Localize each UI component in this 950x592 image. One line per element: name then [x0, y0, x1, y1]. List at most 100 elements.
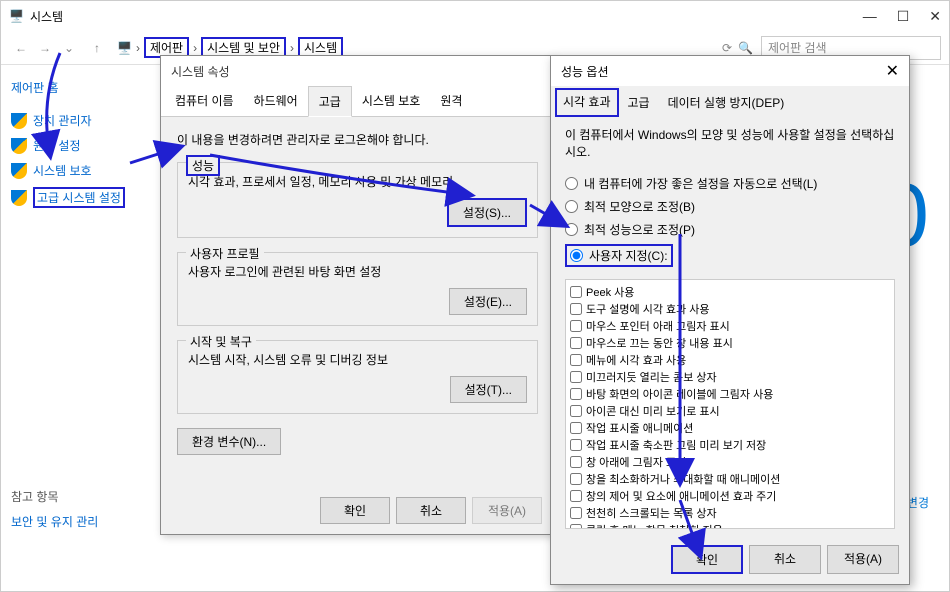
check-row[interactable]: 미끄러지듯 열리는 콤보 상자: [570, 369, 890, 385]
check-row[interactable]: 클릭 후 메뉴 항목 천천히 지움: [570, 522, 890, 529]
radio-custom[interactable]: 사용자 지정(C):: [565, 244, 673, 267]
search-icon: 🔍: [738, 41, 753, 55]
refresh-icon[interactable]: ⟳: [722, 41, 732, 55]
effects-checklist[interactable]: Peek 사용도구 설명에 시각 효과 사용마우스 포인터 아래 그림자 표시마…: [565, 279, 895, 529]
dialog2-body: 이 컴퓨터에서 Windows의 모양 및 성능에 사용할 설정을 선택하십시오…: [551, 117, 909, 539]
check-row[interactable]: 바탕 화면의 아이콘 레이블에 그림자 사용: [570, 386, 890, 402]
admin-note: 이 내용을 변경하려면 관리자로 로그온해야 합니다.: [177, 131, 538, 148]
check-row[interactable]: 창을 최소화하거나 최대화할 때 애니메이션: [570, 471, 890, 487]
tab-visual-effects[interactable]: 시각 효과: [555, 88, 619, 117]
performance-options-dialog: 성능 옵션 ✕ 시각 효과 고급 데이터 실행 방지(DEP) 이 컴퓨터에서 …: [550, 55, 910, 585]
check-label: 메뉴에 시각 효과 사용: [586, 352, 686, 368]
sidebar-item-label: 시스템 보호: [33, 162, 92, 179]
see-also-item[interactable]: 보안 및 유지 관리: [11, 513, 141, 530]
radio-label: 내 컴퓨터에 가장 좋은 설정을 자동으로 선택(L): [584, 175, 817, 192]
checkbox[interactable]: [570, 422, 582, 434]
radio-performance[interactable]: 최적 성능으로 조정(P): [565, 221, 895, 238]
nav-forward[interactable]: →: [33, 36, 57, 60]
titlebar: 🖥️ 시스템 — ☐ ✕: [1, 1, 949, 31]
check-label: 작업 표시줄 애니메이션: [586, 420, 693, 436]
settings-button-performance[interactable]: 설정(S)...: [447, 198, 527, 227]
checkbox[interactable]: [570, 507, 582, 519]
check-row[interactable]: 마우스 포인터 아래 그림자 표시: [570, 318, 890, 334]
tab-protection[interactable]: 시스템 보호: [352, 86, 431, 116]
sidebar-item-label: 원격 설정: [33, 137, 81, 154]
tab-advanced[interactable]: 고급: [308, 86, 352, 117]
group-desc: 시각 효과, 프로세서 일정, 메모리 사용 및 가상 메모리: [188, 173, 527, 190]
ok-button[interactable]: 확인: [320, 497, 390, 524]
radio-appearance[interactable]: 최적 모양으로 조정(B): [565, 198, 895, 215]
checkbox[interactable]: [570, 320, 582, 332]
checkbox[interactable]: [570, 405, 582, 417]
check-label: 작업 표시줄 축소판 그림 미리 보기 저장: [586, 437, 766, 453]
apply-button[interactable]: 적용(A): [827, 545, 899, 574]
nav-history[interactable]: ⌄: [57, 36, 81, 60]
checkbox[interactable]: [570, 371, 582, 383]
radio-input[interactable]: [565, 177, 578, 190]
check-label: 천천히 스크롤되는 목록 상자: [586, 505, 717, 521]
check-row[interactable]: 아이콘 대신 미리 보기로 표시: [570, 403, 890, 419]
checkbox[interactable]: [570, 490, 582, 502]
tab-advanced2[interactable]: 고급: [619, 88, 659, 117]
cancel-button[interactable]: 취소: [749, 545, 821, 574]
check-row[interactable]: 작업 표시줄 축소판 그림 미리 보기 저장: [570, 437, 890, 453]
check-row[interactable]: 메뉴에 시각 효과 사용: [570, 352, 890, 368]
change-link[interactable]: 변경: [907, 494, 929, 511]
checkbox[interactable]: [570, 473, 582, 485]
check-row[interactable]: Peek 사용: [570, 284, 890, 300]
check-row[interactable]: 작업 표시줄 애니메이션: [570, 420, 890, 436]
perf-note: 이 컴퓨터에서 Windows의 모양 및 성능에 사용할 설정을 선택하십시오…: [565, 127, 895, 161]
sidebar-item-advanced[interactable]: 고급 시스템 설정: [11, 187, 141, 208]
nav-up[interactable]: ↑: [85, 36, 109, 60]
radio-input[interactable]: [565, 200, 578, 213]
radio-auto[interactable]: 내 컴퓨터에 가장 좋은 설정을 자동으로 선택(L): [565, 175, 895, 192]
checkbox[interactable]: [570, 303, 582, 315]
tab-computer-name[interactable]: 컴퓨터 이름: [165, 86, 244, 116]
check-row[interactable]: 도구 설명에 시각 효과 사용: [570, 301, 890, 317]
apply-button[interactable]: 적용(A): [472, 497, 542, 524]
check-label: 바탕 화면의 아이콘 레이블에 그림자 사용: [586, 386, 773, 402]
group-legend: 성능: [186, 155, 220, 176]
radio-input[interactable]: [565, 223, 578, 236]
checkbox[interactable]: [570, 524, 582, 529]
shield-icon: [11, 138, 27, 154]
radio-input[interactable]: [570, 249, 583, 262]
check-row[interactable]: 창 아래에 그림자 표시: [570, 454, 890, 470]
sidebar: 제어판 홈 장치 관리자 원격 설정 시스템 보호 고급 시스템 설정 참고 항…: [1, 65, 151, 591]
checkbox[interactable]: [570, 286, 582, 298]
check-label: 미끄러지듯 열리는 콤보 상자: [586, 369, 717, 385]
sidebar-item-protection[interactable]: 시스템 보호: [11, 162, 141, 179]
check-label: 창을 최소화하거나 최대화할 때 애니메이션: [586, 471, 780, 487]
sidebar-item-remote[interactable]: 원격 설정: [11, 137, 141, 154]
ok-button[interactable]: 확인: [671, 545, 743, 574]
system-properties-dialog: 시스템 속성 컴퓨터 이름 하드웨어 고급 시스템 보호 원격 이 내용을 변경…: [160, 55, 555, 535]
check-label: 클릭 후 메뉴 항목 천천히 지움: [586, 522, 723, 529]
checkbox[interactable]: [570, 456, 582, 468]
group-legend: 사용자 프로필: [186, 245, 264, 262]
checkbox[interactable]: [570, 388, 582, 400]
shield-icon: [11, 163, 27, 179]
check-row[interactable]: 천천히 스크롤되는 목록 상자: [570, 505, 890, 521]
dialog2-titlebar: 성능 옵션 ✕: [551, 56, 909, 86]
check-row[interactable]: 창의 제어 및 요소에 애니메이션 효과 주기: [570, 488, 890, 504]
close-icon[interactable]: ✕: [886, 61, 899, 81]
tab-remote[interactable]: 원격: [430, 86, 472, 116]
settings-button-profile[interactable]: 설정(E)...: [449, 288, 527, 315]
close-button[interactable]: ✕: [929, 8, 941, 25]
tab-dep[interactable]: 데이터 실행 방지(DEP): [659, 88, 794, 117]
tab-hardware[interactable]: 하드웨어: [244, 86, 308, 116]
minimize-button[interactable]: —: [863, 8, 877, 25]
cancel-button[interactable]: 취소: [396, 497, 466, 524]
env-vars-button[interactable]: 환경 변수(N)...: [177, 428, 281, 455]
checkbox[interactable]: [570, 439, 582, 451]
checkbox[interactable]: [570, 337, 582, 349]
checkbox[interactable]: [570, 354, 582, 366]
radio-label: 사용자 지정(C):: [589, 247, 668, 264]
window-buttons: — ☐ ✕: [863, 8, 941, 25]
sidebar-item-device-manager[interactable]: 장치 관리자: [11, 112, 141, 129]
check-row[interactable]: 마우스로 끄는 동안 창 내용 표시: [570, 335, 890, 351]
maximize-button[interactable]: ☐: [897, 8, 910, 25]
control-panel-home[interactable]: 제어판 홈: [11, 79, 141, 96]
nav-back[interactable]: ←: [9, 36, 33, 60]
settings-button-startup[interactable]: 설정(T)...: [450, 376, 527, 403]
